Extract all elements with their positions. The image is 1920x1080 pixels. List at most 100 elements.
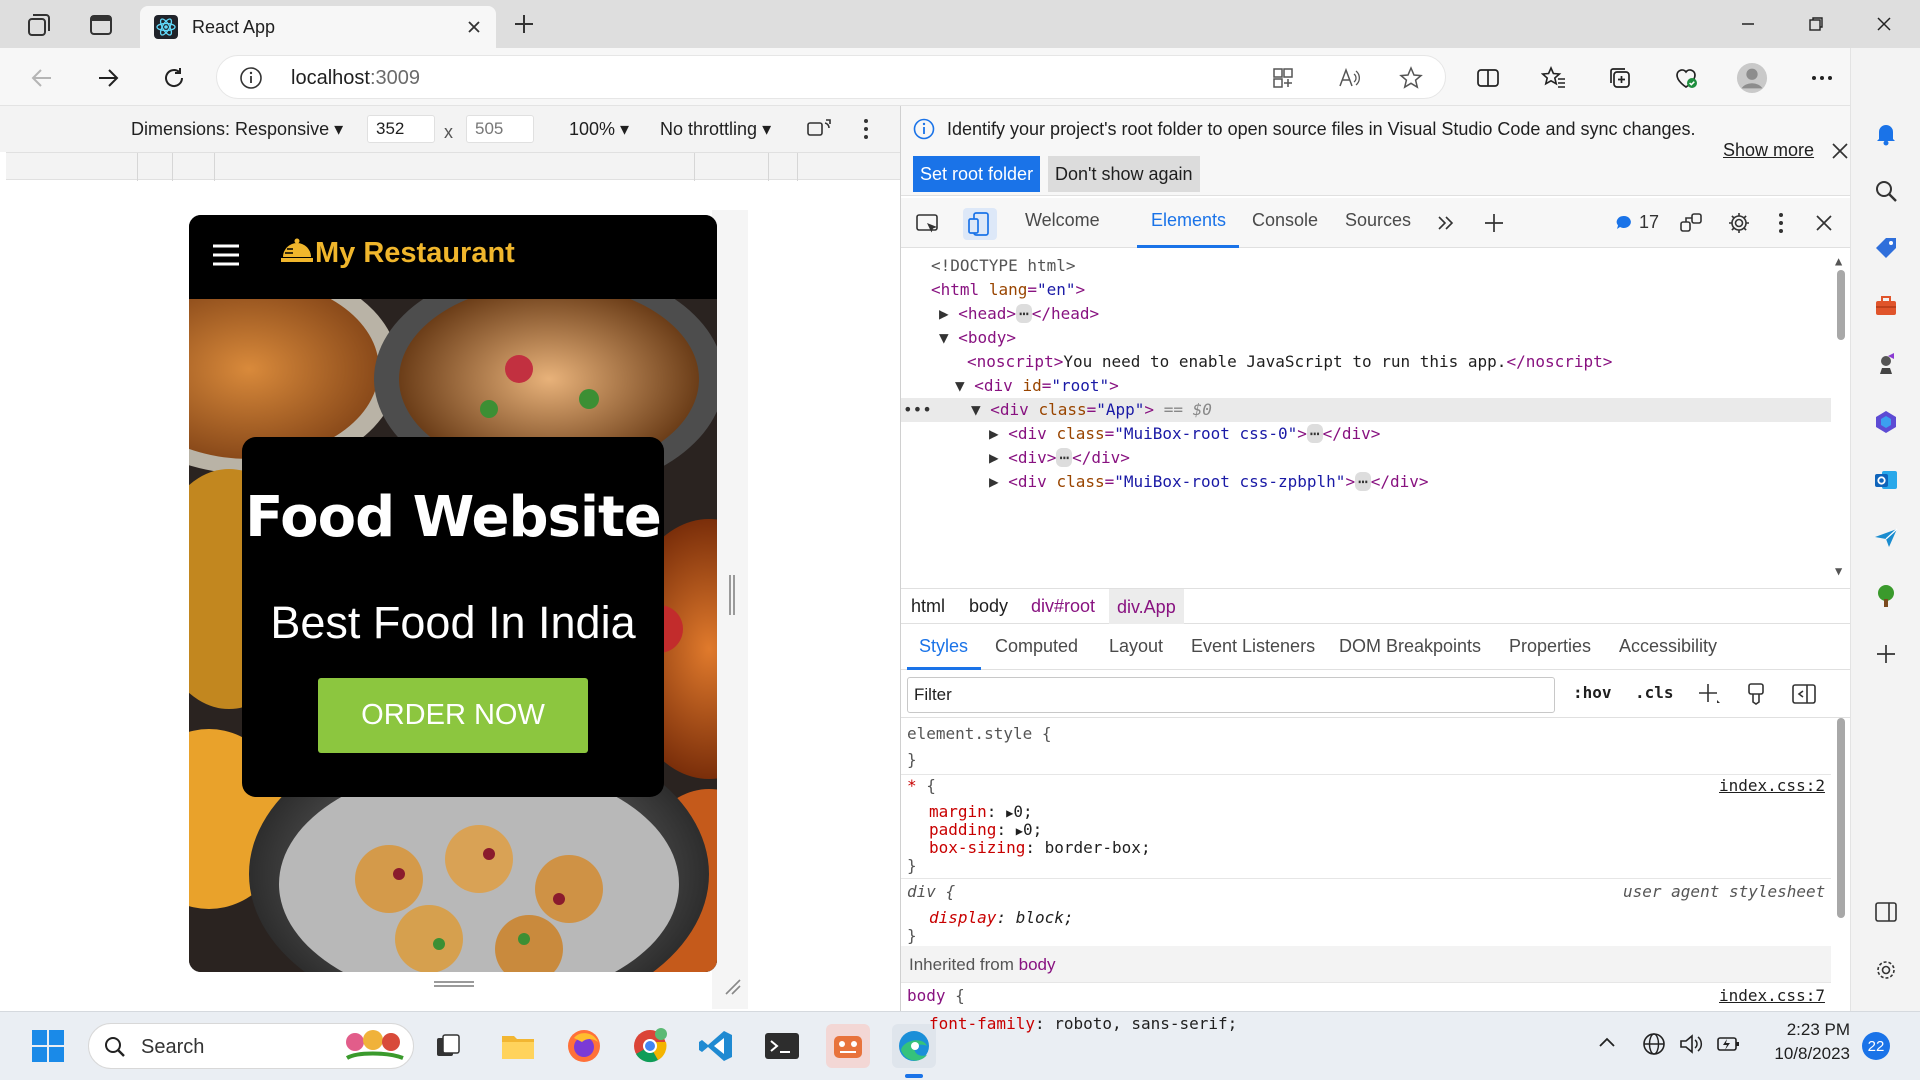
- dont-show-again-button[interactable]: Don't show again: [1048, 156, 1200, 192]
- browser-tab[interactable]: React App: [140, 6, 496, 48]
- new-tab-icon[interactable]: [512, 12, 536, 36]
- tab-welcome[interactable]: Welcome: [1025, 210, 1100, 231]
- terminal-icon[interactable]: [760, 1024, 804, 1068]
- hide-sidebar-icon[interactable]: [1868, 894, 1904, 930]
- read-aloud-icon[interactable]: [1337, 66, 1361, 90]
- crowd-app-icon[interactable]: [826, 1024, 870, 1068]
- sidebar-settings-icon[interactable]: [1868, 952, 1904, 988]
- source-link-index-css-2[interactable]: index.css:2: [1719, 776, 1825, 795]
- hamburger-menu-icon[interactable]: [211, 243, 241, 267]
- battery-icon[interactable]: [1716, 1032, 1742, 1056]
- height-input[interactable]: 505: [466, 115, 534, 143]
- tools-icon[interactable]: [1868, 288, 1904, 324]
- brand-title[interactable]: My Restaurant: [315, 237, 515, 270]
- tab-console[interactable]: Console: [1252, 210, 1318, 231]
- add-tab-icon[interactable]: [1483, 212, 1505, 234]
- resize-corner-icon[interactable]: [722, 976, 742, 996]
- margin-declaration[interactable]: margin: ▶0;: [929, 802, 1033, 821]
- network-conditions-icon[interactable]: [1679, 211, 1703, 235]
- refresh-icon[interactable]: [158, 62, 190, 94]
- workspaces-icon[interactable]: [26, 12, 52, 38]
- clock[interactable]: 2:23 PM 10/8/2023: [1760, 1020, 1850, 1064]
- tab-accessibility[interactable]: Accessibility: [1619, 636, 1717, 657]
- inherited-body-link[interactable]: body: [1019, 955, 1056, 974]
- outlook-icon[interactable]: [1868, 462, 1904, 498]
- hov-toggle[interactable]: :hov: [1573, 683, 1612, 702]
- tab-event-listeners[interactable]: Event Listeners: [1191, 636, 1315, 657]
- taskbar-search[interactable]: Search: [88, 1023, 414, 1069]
- dom-line[interactable]: ▶ <div class="MuiBox-root css-zpbplh"> ⋯ <…: [901, 470, 1831, 494]
- device-options-icon[interactable]: [862, 118, 870, 140]
- forward-icon[interactable]: [92, 62, 124, 94]
- styles-scrollbar[interactable]: [1837, 718, 1845, 918]
- close-devtools-icon[interactable]: [1815, 214, 1833, 232]
- back-icon[interactable]: [26, 62, 58, 94]
- scroll-up-icon[interactable]: ▲: [1835, 254, 1842, 268]
- tab-styles[interactable]: Styles: [919, 636, 968, 657]
- tab-computed[interactable]: Computed: [995, 636, 1078, 657]
- styles-filter-input[interactable]: Filter: [907, 677, 1555, 713]
- toggle-sidebar-icon[interactable]: [1791, 683, 1817, 705]
- dom-line[interactable]: <html lang="en">: [901, 278, 1831, 302]
- drop-send-icon[interactable]: [1868, 520, 1904, 556]
- device-toggle-icon[interactable]: [963, 208, 997, 240]
- font-family-declaration[interactable]: font-family: roboto, sans-serif;: [929, 1014, 1237, 1033]
- volume-icon[interactable]: [1678, 1032, 1704, 1056]
- search-icon[interactable]: [1868, 173, 1904, 209]
- close-tab-icon[interactable]: [466, 19, 482, 35]
- dom-line[interactable]: <!DOCTYPE html>: [901, 254, 1831, 278]
- add-sidebar-app-icon[interactable]: [1868, 636, 1904, 672]
- collections-icon[interactable]: [1604, 62, 1636, 94]
- dom-line[interactable]: ▶ <div> ⋯ </div>: [901, 446, 1831, 470]
- new-style-rule-icon[interactable]: [1697, 682, 1721, 706]
- customize-devtools-icon[interactable]: [1777, 212, 1785, 234]
- width-input[interactable]: 352: [367, 115, 435, 143]
- split-screen-icon[interactable]: [1472, 62, 1504, 94]
- dom-scrollbar[interactable]: [1837, 270, 1845, 340]
- microsoft-365-icon[interactable]: [1868, 404, 1904, 440]
- cls-toggle[interactable]: .cls: [1635, 683, 1674, 702]
- dom-line[interactable]: ▼ <body>: [901, 326, 1831, 350]
- favorite-star-icon[interactable]: [1399, 66, 1423, 90]
- breadcrumb-div-app[interactable]: div.App: [1109, 589, 1184, 625]
- close-infobar-icon[interactable]: [1831, 142, 1849, 160]
- dom-line[interactable]: <noscript>You need to enable JavaScript …: [901, 350, 1831, 374]
- profile-avatar[interactable]: [1736, 62, 1768, 94]
- restore-icon[interactable]: [1784, 0, 1848, 48]
- element-style-selector[interactable]: element.style {: [907, 724, 1052, 743]
- breadcrumb-body[interactable]: body: [969, 596, 1008, 617]
- zoom-dropdown[interactable]: 100% ▾: [569, 119, 629, 140]
- more-menu-icon[interactable]: [1806, 62, 1838, 94]
- tab-dom-breakpoints[interactable]: DOM Breakpoints: [1339, 636, 1481, 657]
- dom-line-selected[interactable]: ••• ▼ <div class="App"> == $0: [901, 398, 1831, 422]
- color-format-icon[interactable]: [1745, 682, 1767, 706]
- games-icon[interactable]: [1868, 346, 1904, 382]
- issues-counter[interactable]: 17: [1615, 212, 1659, 233]
- source-link-index-css-7[interactable]: index.css:7: [1719, 986, 1825, 1005]
- app-available-icon[interactable]: [1271, 66, 1295, 90]
- dom-line[interactable]: ▼ <div id="root">: [901, 374, 1831, 398]
- more-tabs-icon[interactable]: [1435, 213, 1455, 233]
- close-window-icon[interactable]: [1852, 0, 1916, 48]
- vscode-icon[interactable]: [694, 1024, 738, 1068]
- rotate-icon[interactable]: [806, 117, 832, 141]
- tab-actions-icon[interactable]: [88, 12, 114, 38]
- url-text[interactable]: localhost:3009: [291, 67, 420, 90]
- tab-elements[interactable]: Elements: [1151, 210, 1226, 231]
- order-now-button[interactable]: ORDER NOW: [318, 678, 588, 753]
- tab-sources[interactable]: Sources: [1345, 210, 1411, 231]
- set-root-folder-button[interactable]: Set root folder: [913, 156, 1041, 192]
- show-hidden-icons-icon[interactable]: [1598, 1035, 1616, 1049]
- settings-gear-icon[interactable]: [1727, 211, 1751, 235]
- browser-essentials-icon[interactable]: [1670, 62, 1702, 94]
- address-bar[interactable]: localhost:3009: [216, 55, 1446, 99]
- body-rule-selector[interactable]: body {: [907, 986, 965, 1005]
- dimensions-dropdown[interactable]: Dimensions: Responsive ▾: [131, 119, 343, 140]
- site-info-icon[interactable]: [239, 66, 263, 90]
- resize-handle-bottom[interactable]: [434, 981, 474, 987]
- windows-start-icon[interactable]: [26, 1024, 70, 1068]
- shopping-tag-icon[interactable]: [1868, 230, 1904, 266]
- breadcrumb-html[interactable]: html: [911, 596, 945, 617]
- favorites-icon[interactable]: [1538, 62, 1570, 94]
- minimize-icon[interactable]: [1716, 0, 1780, 48]
